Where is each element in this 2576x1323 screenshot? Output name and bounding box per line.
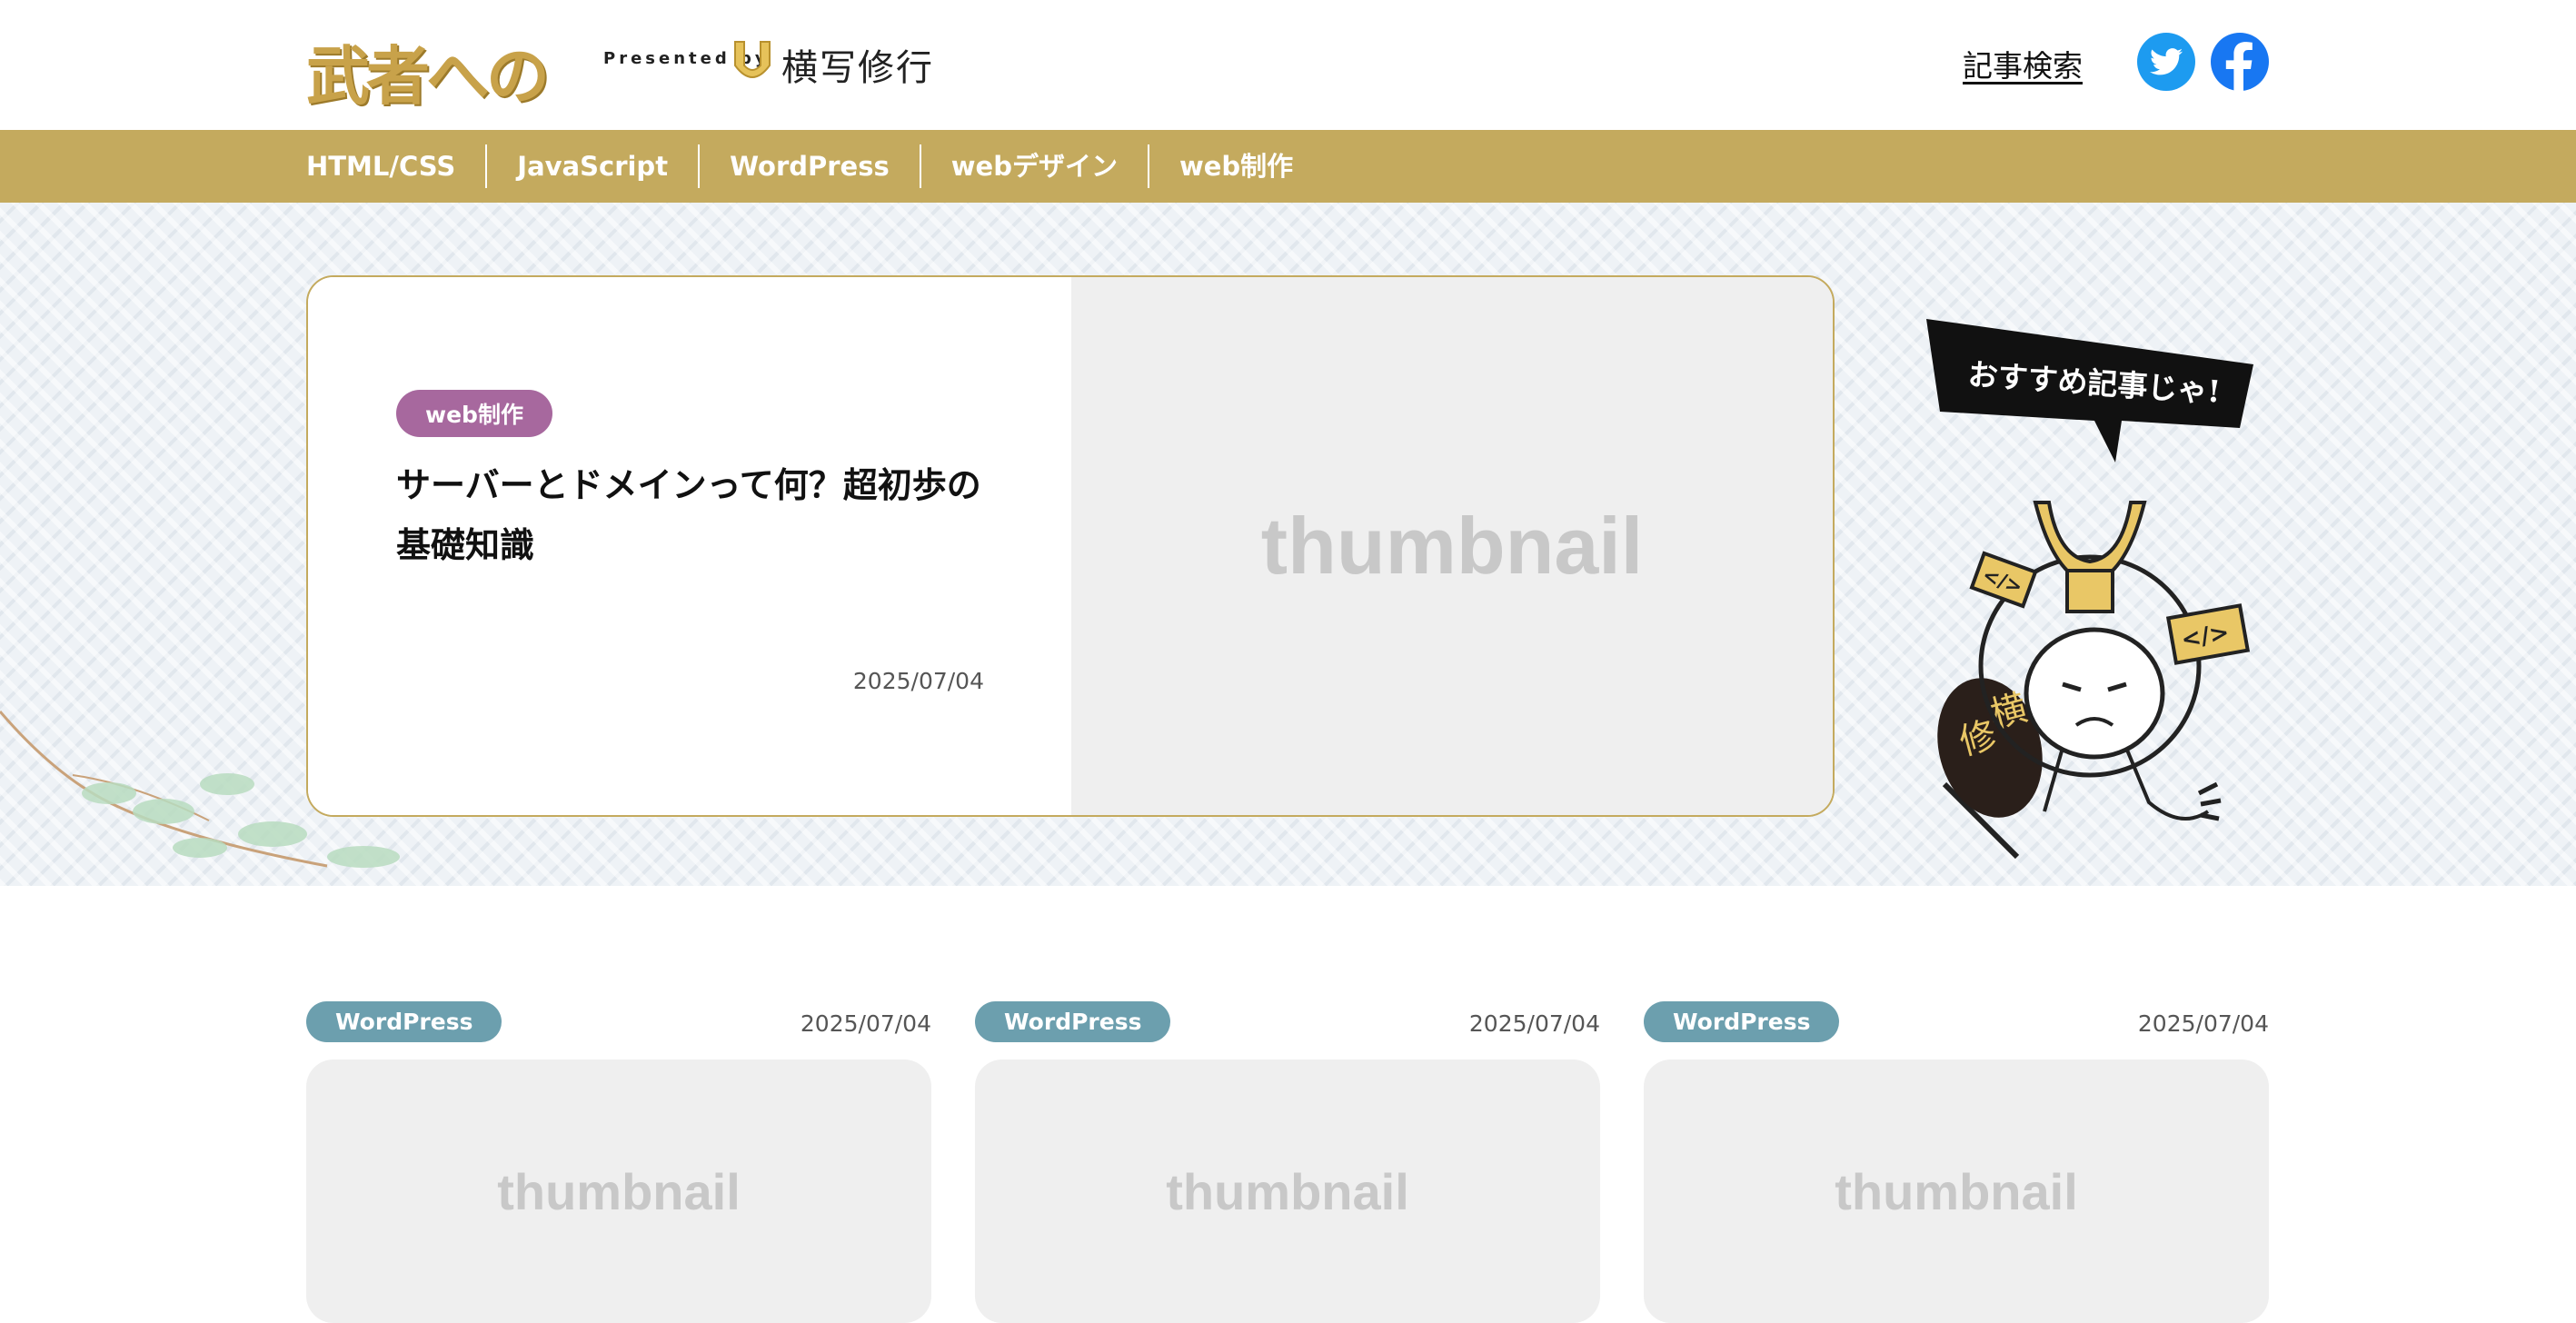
nav-item-html-css[interactable]: HTML/CSS [306,144,485,188]
brand-u-icon [734,41,771,78]
nav-item-wordpress[interactable]: WordPress [698,144,920,188]
thumbnail-placeholder-text: thumbnail [497,1162,741,1220]
article-card[interactable]: WordPress 2025/07/04 thumbnail [975,1001,1600,1323]
article-category-badge[interactable]: WordPress [306,1001,502,1042]
featured-article-thumbnail[interactable]: thumbnail [1071,277,1833,815]
article-thumbnail[interactable]: thumbnail [306,1059,931,1323]
thumbnail-placeholder-text: thumbnail [1835,1162,2078,1220]
article-date: 2025/07/04 [800,1010,931,1037]
facebook-button[interactable] [2211,33,2269,91]
nav-item-web-production[interactable]: web制作 [1147,144,1323,188]
category-nav: HTML/CSS JavaScript WordPress webデザイン we… [0,130,2576,203]
samurai-mascot-illustration: 修 横 </> </> [1937,501,2251,860]
featured-category-badge[interactable]: web制作 [396,390,552,437]
twitter-icon [2150,48,2183,75]
article-date: 2025/07/04 [1468,1010,1600,1037]
article-search-link[interactable]: 記事検索 [1963,42,2083,85]
featured-article-text: web制作 サーバーとドメインって何？超初歩の基礎知識 2025/07/04 [308,277,1071,815]
nav-item-javascript[interactable]: JavaScript [485,144,698,188]
article-card[interactable]: WordPress 2025/07/04 thumbnail [306,1001,931,1323]
article-date: 2025/07/04 [2137,1010,2269,1037]
article-category-badge[interactable]: WordPress [1644,1001,1840,1042]
nav-item-web-design[interactable]: webデザイン [919,144,1148,188]
brand-name: 横写修行 [781,47,934,89]
hero-section: web制作 サーバーとドメインって何？超初歩の基礎知識 2025/07/04 t… [0,203,2576,886]
logo-wordmark[interactable]: 武者への道 [306,20,579,205]
featured-article-date: 2025/07/04 [852,668,984,694]
article-card[interactable]: WordPress 2025/07/04 thumbnail [1644,1001,2269,1323]
article-category-badge[interactable]: WordPress [975,1001,1171,1042]
article-thumbnail[interactable]: thumbnail [1644,1059,2269,1323]
site-header: 武者への道 Presented by 横写修行 記事検索 [0,0,2576,205]
featured-article-card[interactable]: web制作 サーバーとドメインって何？超初歩の基礎知識 2025/07/04 t… [306,275,1835,817]
twitter-button[interactable] [2137,33,2195,91]
facebook-icon [2225,42,2253,91]
thumbnail-placeholder-text: thumbnail [1260,501,1644,591]
thumbnail-placeholder-text: thumbnail [1166,1162,1409,1220]
site-logo[interactable]: 武者への道 [306,20,579,205]
article-thumbnail[interactable]: thumbnail [975,1059,1600,1323]
featured-article-title[interactable]: サーバーとドメインって何？超初歩の基礎知識 [396,455,1014,575]
